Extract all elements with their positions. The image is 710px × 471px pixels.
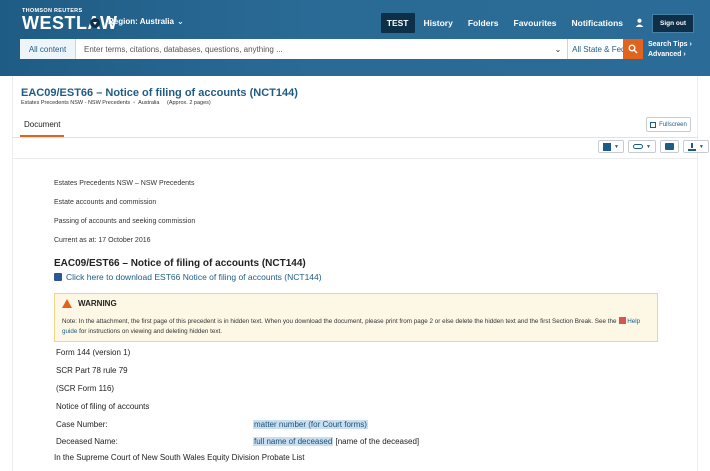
warning-title: WARNING <box>78 299 117 308</box>
search-icon <box>628 44 638 54</box>
breadcrumb-length: (Approx. 2 pages) <box>167 100 211 106</box>
search-input[interactable] <box>76 40 549 58</box>
deceased-name-suffix: [name of the deceased] <box>333 437 420 446</box>
tab-document[interactable]: Document <box>20 117 64 137</box>
case-number-placeholder[interactable]: matter number (for Court forms) <box>253 420 368 429</box>
document-breadcrumb: Estates Precedents NSW - NSW Precedents •… <box>21 100 211 106</box>
note-icon <box>603 142 611 151</box>
download-link-text: Click here to download EST66 Notice of f… <box>66 272 322 282</box>
folder-icon <box>664 143 674 150</box>
nav-notifications[interactable]: Notifications <box>566 13 629 33</box>
chevron-down-icon: ▼ <box>698 143 704 150</box>
fullscreen-label: Fullscreen <box>659 121 687 128</box>
search-button[interactable] <box>623 39 643 59</box>
court-line: In the Supreme Court of New South Wales … <box>54 453 305 462</box>
region-label: Region: Australia <box>108 17 174 26</box>
subtopic-line: Passing of accounts and seeking commissi… <box>54 218 196 225</box>
warning-text: Note: In the attachment, the first page … <box>62 317 652 337</box>
document-title: EAC09/EST66 – Notice of filing of accoun… <box>21 87 298 99</box>
warning-box: WARNING Note: In the attachment, the fir… <box>54 293 658 342</box>
deceased-name-value: full name of deceased [name of the decea… <box>253 437 419 446</box>
download-button[interactable]: ▼ <box>682 140 709 153</box>
link-icon <box>632 144 643 149</box>
deceased-name-placeholder[interactable]: full name of deceased <box>253 437 334 446</box>
search-tips-link[interactable]: Search Tips › <box>648 40 692 50</box>
source-line: Estates Precedents NSW – NSW Precedents <box>54 180 195 187</box>
word-document-icon <box>54 273 62 281</box>
download-icon <box>687 142 696 151</box>
case-number-value: matter number (for Court forms) <box>253 420 368 429</box>
app-header: THOMSON REUTERS WESTLAW Region: Australi… <box>0 0 710 76</box>
section-title: EAC09/EST66 – Notice of filing of accoun… <box>54 258 306 269</box>
deceased-name-label: Deceased Name: <box>56 437 118 446</box>
link-button[interactable]: ▼ <box>627 140 656 153</box>
currency-line: Current as at: 17 October 2016 <box>54 237 151 244</box>
top-nav: TEST History Folders Favourites Notifica… <box>378 13 694 33</box>
nav-favourites[interactable]: Favourites <box>508 13 563 33</box>
search-links: Search Tips › Advanced › <box>648 40 692 60</box>
case-number-label: Case Number: <box>56 420 108 429</box>
rule-line: SCR Part 78 rule 79 <box>56 366 128 375</box>
annotate-button[interactable]: ▼ <box>598 140 624 153</box>
form-number-line: Form 144 (version 1) <box>56 348 131 357</box>
scr-form-line: (SCR Form 116) <box>56 384 115 393</box>
document-toolbar: ▼ ▼ ▼ <box>594 140 709 153</box>
warning-text-end: for instructions on viewing and deleting… <box>77 328 222 335</box>
nav-history[interactable]: History <box>418 13 459 33</box>
breadcrumb-collection[interactable]: Estates Precedents NSW - NSW Precedents <box>21 100 130 106</box>
fullscreen-icon <box>650 121 657 128</box>
fullscreen-button[interactable]: Fullscreen <box>646 117 691 132</box>
notice-line: Notice of filing of accounts <box>56 402 150 411</box>
toolbar-divider <box>12 158 698 159</box>
save-to-folder-button[interactable] <box>659 140 679 153</box>
chevron-down-icon[interactable] <box>90 18 100 28</box>
chevron-down-icon: ▼ <box>645 143 651 150</box>
chevron-down-icon[interactable]: ⌄ <box>549 45 567 54</box>
warning-text-start: Note: In the attachment, the first page … <box>62 318 619 325</box>
chevron-down-icon: ⌄ <box>176 17 184 26</box>
breadcrumb-jurisdiction: Australia <box>138 100 160 106</box>
westlaw-logo[interactable]: WESTLAW <box>22 13 118 34</box>
search-scope-selector[interactable]: All content <box>20 39 76 59</box>
nav-test[interactable]: TEST <box>380 13 415 33</box>
topic-line: Estate accounts and commission <box>54 199 157 206</box>
search-bar: All content ⌄ All State & Federal <box>20 39 643 59</box>
pdf-icon <box>619 317 627 324</box>
nav-folders[interactable]: Folders <box>462 13 505 33</box>
region-selector[interactable]: Region: Australia ⌄ <box>108 17 184 26</box>
warning-icon <box>62 299 72 308</box>
user-icon[interactable] <box>635 18 644 29</box>
chevron-down-icon: ▼ <box>614 143 619 150</box>
warning-heading: WARNING <box>62 299 117 308</box>
download-precedent-link[interactable]: Click here to download EST66 Notice of f… <box>54 272 322 282</box>
advanced-search-link[interactable]: Advanced › <box>648 50 692 60</box>
signout-button[interactable]: Sign out <box>652 13 694 33</box>
tab-divider <box>12 137 698 138</box>
